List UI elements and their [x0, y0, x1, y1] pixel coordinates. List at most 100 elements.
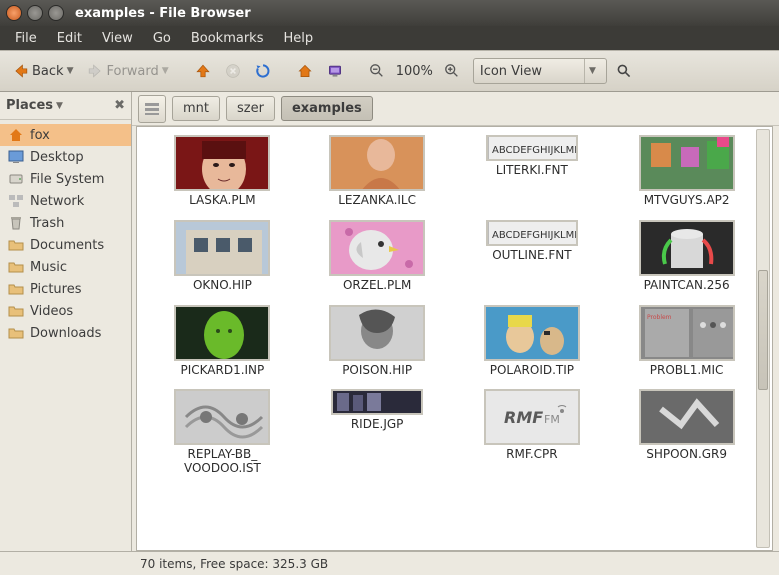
sidebar-item-desktop[interactable]: Desktop: [0, 146, 131, 168]
menu-view[interactable]: View: [93, 28, 142, 49]
up-button[interactable]: [190, 60, 216, 82]
file-item[interactable]: PAINTCAN.256: [609, 220, 764, 293]
file-name: OKNO.HIP: [193, 279, 252, 293]
sidebar-item-fox[interactable]: fox: [0, 124, 131, 146]
forward-arrow-icon: [87, 63, 103, 79]
zoom-in-button[interactable]: [439, 60, 465, 82]
reload-button[interactable]: [250, 60, 276, 82]
svg-text:FM: FM: [544, 413, 560, 426]
main-area: mnt szer examples LASKA.PLMLEZANKA.ILCAB…: [132, 92, 779, 551]
file-thumbnail: ABCDEFGHIJKLMN: [486, 135, 578, 161]
network-icon: [8, 193, 24, 209]
chevron-down-icon: ▼: [56, 101, 63, 111]
sidebar-item-network[interactable]: Network: [0, 190, 131, 212]
sidebar-close-button[interactable]: ✖: [114, 98, 125, 113]
search-icon: [616, 63, 632, 79]
file-item[interactable]: OKNO.HIP: [145, 220, 300, 293]
sidebar-item-file-system[interactable]: File System: [0, 168, 131, 190]
file-item[interactable]: RMFFMRMF.CPR: [455, 389, 610, 476]
folder-icon: [8, 303, 24, 319]
sidebar-item-documents[interactable]: Documents: [0, 234, 131, 256]
sidebar-item-pictures[interactable]: Pictures: [0, 278, 131, 300]
search-button[interactable]: [611, 60, 637, 82]
zoom-out-button[interactable]: [364, 60, 390, 82]
file-item[interactable]: RIDE.JGP: [300, 389, 455, 476]
file-item[interactable]: ProblemPROBL1.MIC: [609, 305, 764, 378]
icon-view[interactable]: LASKA.PLMLEZANKA.ILC ABCDEFGHIJKLMN LITERK…: [136, 126, 773, 551]
back-button[interactable]: Back ▼: [8, 60, 78, 82]
sidebar-item-videos[interactable]: Videos: [0, 300, 131, 322]
file-item[interactable]: REPLAY-BB_ VOODOO.IST: [145, 389, 300, 476]
folder-icon: [8, 325, 24, 341]
window-titlebar: examples - File Browser: [0, 0, 779, 26]
file-thumbnail: RMFFM: [484, 389, 580, 445]
view-mode-combo[interactable]: Icon View ▼: [473, 58, 607, 84]
back-label: Back: [32, 64, 64, 79]
file-thumbnail: [329, 220, 425, 276]
file-name: SHPOON.GR9: [646, 448, 727, 462]
sidebar-item-music[interactable]: Music: [0, 256, 131, 278]
file-thumbnail: [331, 389, 423, 415]
sidebar-item-label: Documents: [30, 238, 104, 253]
path-segment-examples[interactable]: examples: [281, 96, 373, 121]
status-text: 70 items, Free space: 325.3 GB: [140, 557, 328, 571]
file-name: REPLAY-BB_ VOODOO.IST: [184, 448, 261, 476]
file-name: PICKARD1.INP: [180, 364, 264, 378]
menu-edit[interactable]: Edit: [48, 28, 91, 49]
file-item[interactable]: POLAROID.TIP: [455, 305, 610, 378]
menu-file[interactable]: File: [6, 28, 46, 49]
file-item[interactable]: ABCDEFGHIJKLMNOUTLINE.FNT: [455, 220, 610, 293]
harddisk-icon: [8, 171, 24, 187]
file-name: PAINTCAN.256: [644, 279, 730, 293]
file-thumbnail: [639, 135, 735, 191]
sidebar-item-label: Trash: [30, 216, 64, 231]
file-name: RIDE.JGP: [351, 418, 404, 432]
file-item[interactable]: MTVGUYS.AP2: [609, 135, 764, 208]
menu-bookmarks[interactable]: Bookmarks: [182, 28, 273, 49]
file-name: LITERKI.FNT: [496, 164, 568, 178]
sidebar-item-trash[interactable]: Trash: [0, 212, 131, 234]
file-item[interactable]: ABCDEFGHIJKLMN LITERKI.FNT: [455, 135, 610, 208]
back-arrow-icon: [13, 63, 29, 79]
menu-go[interactable]: Go: [144, 28, 180, 49]
menu-help[interactable]: Help: [274, 28, 322, 49]
folder-icon: [8, 237, 24, 253]
file-item[interactable]: POISON.HIP: [300, 305, 455, 378]
window-close-button[interactable]: [6, 5, 22, 21]
window-title: examples - File Browser: [75, 6, 251, 21]
computer-button[interactable]: [322, 60, 348, 82]
toolbar: Back ▼ Forward ▼ 100% Icon View ▼: [0, 50, 779, 92]
file-item[interactable]: LEZANKA.ILC: [300, 135, 455, 208]
window-maximize-button[interactable]: [48, 5, 64, 21]
vertical-scrollbar[interactable]: [756, 129, 770, 548]
zoom-level: 100%: [394, 64, 435, 79]
sidebar-item-label: Desktop: [30, 150, 84, 165]
file-item[interactable]: PICKARD1.INP: [145, 305, 300, 378]
file-item[interactable]: ORZEL.PLM: [300, 220, 455, 293]
places-heading[interactable]: Places▼: [6, 98, 63, 113]
file-name: POLAROID.TIP: [490, 364, 574, 378]
path-segment-szer[interactable]: szer: [226, 96, 275, 121]
places-list: fox Desktop File SystemNetwork Trash Documen…: [0, 120, 131, 348]
home-button[interactable]: [292, 60, 318, 82]
file-name: MTVGUYS.AP2: [644, 194, 730, 208]
path-segment-mnt[interactable]: mnt: [172, 96, 220, 121]
forward-dropdown-icon[interactable]: ▼: [162, 66, 169, 76]
file-thumbnail: Problem: [639, 305, 735, 361]
stop-button[interactable]: [220, 60, 246, 82]
scrollbar-handle[interactable]: [758, 270, 768, 390]
file-item[interactable]: SHPOON.GR9: [609, 389, 764, 476]
home-icon: [297, 63, 313, 79]
view-mode-label: Icon View: [480, 64, 542, 79]
svg-text:ABCDEFGHIJKLMN: ABCDEFGHIJKLMN: [492, 230, 576, 241]
file-item[interactable]: LASKA.PLM: [145, 135, 300, 208]
path-mode-button[interactable]: [138, 95, 166, 123]
sidebar-item-downloads[interactable]: Downloads: [0, 322, 131, 344]
back-dropdown-icon[interactable]: ▼: [67, 66, 74, 76]
sidebar-item-label: Videos: [30, 304, 73, 319]
window-minimize-button[interactable]: [27, 5, 43, 21]
forward-button[interactable]: Forward ▼: [82, 60, 173, 82]
trash-icon: [8, 215, 24, 231]
file-thumbnail: [174, 135, 270, 191]
svg-text:ABCDEFGHIJKLMN: ABCDEFGHIJKLMN: [492, 145, 576, 156]
